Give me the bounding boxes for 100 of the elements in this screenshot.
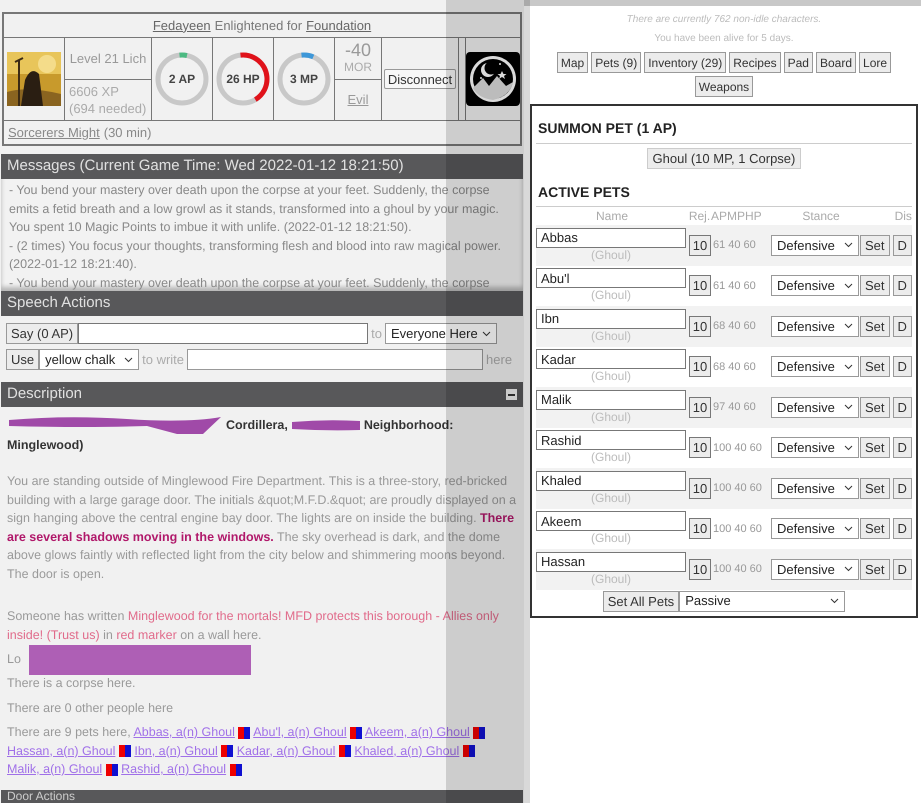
set-button[interactable]: Set — [860, 518, 890, 540]
pets-here-text: There are 9 pets here, — [7, 725, 132, 739]
column-header: Stance — [801, 208, 841, 225]
rejuvenate-button[interactable]: 10 — [689, 518, 711, 540]
dismiss-button[interactable]: D — [892, 356, 912, 378]
location-text: Cordillera, — [226, 417, 288, 434]
collapse-icon[interactable] — [506, 389, 517, 400]
column-header: AP — [711, 208, 727, 225]
nav-button[interactable]: Weapons — [694, 76, 754, 97]
column-header: Name — [594, 208, 629, 225]
stance-select[interactable]: Defensive — [771, 478, 859, 499]
message-input-field[interactable] — [78, 323, 368, 344]
dismiss-button[interactable]: D — [892, 234, 912, 256]
to-label: to — [370, 324, 383, 343]
stance-select[interactable]: Defensive — [771, 518, 859, 540]
pet-name-field[interactable]: Malik — [536, 390, 686, 410]
rejuvenate-button[interactable]: 10 — [689, 437, 711, 458]
pet-type-text: (Ghoul) — [590, 369, 632, 384]
nav-button[interactable]: Map — [556, 52, 588, 73]
stance-select[interactable]: Defensive — [771, 356, 859, 378]
say-button[interactable]: Say (0 AP) — [6, 323, 78, 344]
rejuvenate-button[interactable]: 10 — [689, 275, 711, 296]
use-button[interactable]: Use — [6, 349, 40, 370]
nav-button[interactable]: Pad — [784, 52, 813, 73]
nav-button[interactable]: Lore — [859, 52, 892, 73]
disconnect-button[interactable]: Disconnect — [384, 69, 456, 89]
stat-text: 40 — [734, 440, 747, 456]
online-count-text: There are currently 762 non-idle characters. — [626, 13, 822, 27]
set-button[interactable]: Set — [860, 478, 890, 499]
rejuvenate-button[interactable]: 10 — [689, 356, 711, 378]
here-label: here — [485, 350, 514, 369]
stat-text: 60 — [750, 481, 762, 496]
stance-select[interactable]: Defensive — [771, 396, 859, 418]
location-text: Neighborhood: — [364, 417, 454, 434]
section-title: Messages (Current Game Time: Wed 2022-01-12 18:21:50) — [7, 156, 404, 176]
target-select[interactable]: Everyone Here — [384, 323, 497, 344]
set-button[interactable]: Set — [860, 356, 890, 378]
pet-name-field[interactable]: Abu'l — [536, 268, 686, 288]
rejuvenate-button[interactable]: 10 — [689, 558, 711, 580]
rejuvenate-button[interactable]: 10 — [689, 396, 711, 418]
set-button[interactable]: Set — [860, 437, 890, 458]
stat-ring — [215, 51, 271, 107]
pet-name-field[interactable]: Khaled — [536, 470, 686, 491]
set-button[interactable]: Set — [860, 396, 890, 418]
rejuvenate-button[interactable]: 10 — [689, 234, 711, 256]
set-button[interactable]: Set — [860, 316, 890, 337]
dismiss-button[interactable]: D — [892, 437, 912, 458]
rejuvenate-button[interactable]: 10 — [689, 316, 711, 337]
dismiss-button[interactable]: D — [892, 558, 912, 580]
chevron-down-icon — [830, 598, 840, 604]
pet-name-field[interactable]: Hassan — [536, 552, 686, 572]
chevron-down-icon — [482, 330, 491, 336]
set-button[interactable]: Set — [860, 275, 890, 296]
item-select[interactable]: yellow chalk — [39, 349, 140, 370]
stance-select[interactable]: Defensive — [771, 275, 859, 296]
stance-select[interactable]: Defensive — [771, 437, 859, 458]
message-text: - (2 times) You focus your thoughts, transforming flesh and blood into raw magical power. (2022-01-12 18:21:40). — [9, 238, 502, 273]
pet-name-field[interactable]: Ibn — [536, 308, 686, 329]
dismiss-button[interactable]: D — [892, 518, 912, 540]
section-title: Door Actions — [7, 790, 76, 803]
chevron-down-icon — [844, 404, 853, 410]
set-button[interactable]: Set — [860, 234, 890, 256]
set-all-pets-button[interactable]: Set All Pets — [602, 590, 680, 612]
stance-select[interactable]: Defensive — [771, 316, 859, 337]
flag-icon — [473, 726, 486, 739]
stance-select[interactable]: Defensive — [771, 558, 859, 580]
dismiss-button[interactable]: D — [892, 316, 912, 337]
column-header: MP — [727, 208, 745, 225]
flag-icon — [230, 764, 242, 776]
stat-text: 60 — [744, 400, 756, 415]
stat-text: 40 — [728, 400, 740, 415]
nav-button[interactable]: Recipes — [729, 52, 781, 73]
location-text: Minglewood) — [7, 437, 84, 454]
pet-name-field[interactable]: Akeem — [536, 511, 686, 532]
nav-button[interactable]: Board — [816, 52, 856, 73]
pet-name-field[interactable]: Rashid — [536, 430, 686, 450]
nav-button[interactable]: Pets (9) — [591, 52, 642, 73]
summon-ghoul-button[interactable]: Ghoul (10 MP, 1 Corpse) — [646, 148, 802, 169]
dismiss-button[interactable]: D — [892, 396, 912, 418]
morality-value: -40 — [344, 42, 371, 58]
pet-name-field[interactable]: Kadar — [536, 349, 686, 370]
dismiss-button[interactable]: D — [892, 478, 912, 499]
stance-select[interactable]: Passive — [679, 590, 846, 612]
nav-button[interactable]: Inventory (29) — [644, 52, 726, 73]
chevron-down-icon — [124, 356, 134, 362]
column-header: HP — [745, 208, 763, 225]
chevron-down-icon — [844, 364, 853, 370]
stance-select[interactable]: Defensive — [771, 234, 859, 256]
pet-name-field[interactable]: Abbas — [536, 228, 686, 248]
writing-input-field[interactable] — [187, 349, 484, 370]
dismiss-button[interactable]: D — [892, 275, 912, 296]
chevron-down-icon — [844, 526, 853, 532]
rejuvenate-button[interactable]: 10 — [689, 478, 711, 499]
faction-link[interactable]: Foundation — [306, 16, 372, 36]
set-button[interactable]: Set — [860, 558, 890, 580]
redaction-scribble — [290, 419, 361, 431]
character-name-link[interactable]: Fedayeen — [152, 16, 211, 36]
stat-text: 60 — [744, 360, 756, 374]
pet-type-text: (Ghoul) — [590, 288, 632, 304]
stat-text: 97 — [713, 400, 726, 415]
